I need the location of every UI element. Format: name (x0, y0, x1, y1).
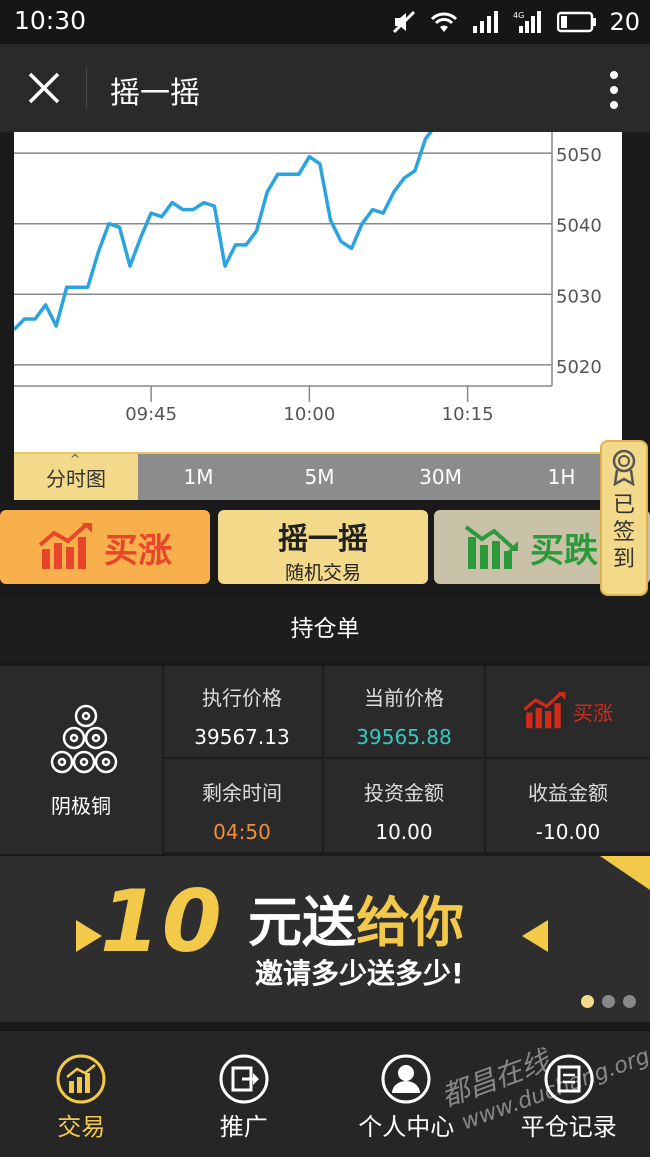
price-chart-svg: 5020 5030 5040 5050 09:45 10:00 10:15 (14, 132, 622, 452)
signin-char-2: 签 (602, 519, 646, 546)
profit-cell: 收益金额 -10.00 (486, 761, 650, 854)
shake-button[interactable]: 摇一摇 随机交易 (218, 510, 428, 584)
current-price-label: 当前价格 (324, 682, 484, 711)
nav-promote[interactable]: 推广 (163, 1031, 326, 1157)
more-menu-icon[interactable] (608, 70, 620, 110)
rising-chart-icon (523, 692, 567, 730)
close-icon[interactable] (26, 70, 62, 106)
mute-icon (391, 9, 417, 35)
y-tick-label: 5020 (556, 357, 602, 378)
clock: 10:30 (14, 6, 86, 35)
buy-up-button[interactable]: 买涨 (0, 510, 210, 584)
share-icon (218, 1053, 270, 1105)
exec-price-label: 执行价格 (162, 682, 322, 711)
wifi-icon (429, 10, 459, 34)
buy-down-label: 买跌 (530, 523, 598, 572)
medal-icon (609, 448, 639, 488)
investment-cell: 投资金额 10.00 (324, 761, 486, 854)
chart-icon (55, 1053, 107, 1105)
shake-label: 摇一摇 (218, 514, 428, 558)
nav-trade-label: 交易 (0, 1107, 163, 1142)
falling-chart-icon (464, 523, 520, 571)
nav-promote-label: 推广 (163, 1107, 326, 1142)
remaining-time-cell: 剩余时间 04:50 (162, 761, 324, 854)
caret-up-icon: ^ (70, 452, 80, 466)
x-tick-label: 10:15 (442, 404, 494, 425)
position-card[interactable]: 阴极铜 执行价格 39567.13 当前价格 39565.88 买涨 剩余时间 … (0, 666, 650, 854)
title-bar: 摇一摇 (0, 44, 650, 132)
banner-headline-a: 元送 (248, 891, 356, 954)
shake-sublabel: 随机交易 (218, 558, 428, 585)
positions-header: 持仓单 (0, 596, 650, 662)
carousel-dot[interactable] (581, 995, 594, 1008)
buy-up-label: 买涨 (104, 523, 172, 572)
signed-in-badge[interactable]: 已 签 到 (600, 440, 648, 596)
signal-4g-icon: 4G (513, 10, 545, 34)
battery-icon (557, 11, 597, 33)
trade-actions: 买涨 摇一摇 随机交易 买跌 (0, 508, 650, 586)
investment-label: 投资金额 (324, 777, 484, 806)
user-icon (380, 1053, 432, 1105)
profit-value: -10.00 (486, 820, 650, 844)
nav-trade[interactable]: 交易 (0, 1031, 163, 1157)
divider (86, 68, 87, 108)
x-tick-label: 09:45 (125, 404, 177, 425)
remaining-time-value: 04:50 (162, 820, 322, 844)
profit-label: 收益金额 (486, 777, 650, 806)
tab-1m[interactable]: 1M (138, 454, 259, 500)
current-price-cell: 当前价格 39565.88 (324, 666, 486, 759)
investment-value: 10.00 (324, 820, 484, 844)
y-tick-label: 5050 (556, 145, 602, 166)
price-chart[interactable]: 5020 5030 5040 5050 09:45 10:00 10:15 (14, 132, 622, 452)
banner-headline: 元送给你 (248, 878, 464, 957)
direction-cell: 买涨 (486, 666, 650, 759)
banner-amount: 10 (100, 872, 224, 972)
y-tick-label: 5040 (556, 216, 602, 237)
asset-info: 阴极铜 (0, 666, 164, 854)
battery-level: 20 (609, 8, 640, 36)
banner-subtitle: 邀请多少送多少! (255, 952, 464, 992)
current-price-value: 39565.88 (324, 725, 484, 749)
x-tick-label: 10:00 (283, 404, 335, 425)
y-tick-label: 5030 (556, 286, 602, 307)
copper-rolls-icon (44, 704, 118, 784)
timeframe-tabs: ^分时图 1M 5M 30M 1H (14, 452, 622, 500)
tab-timeshare[interactable]: ^分时图 (14, 454, 138, 500)
svg-text:4G: 4G (513, 11, 524, 20)
signin-char-1: 已 (602, 492, 646, 519)
page-title: 摇一摇 (110, 68, 200, 112)
remaining-time-label: 剩余时间 (162, 777, 322, 806)
price-line (14, 132, 436, 330)
carousel-dots (581, 995, 636, 1008)
banner-headline-b: 给你 (356, 891, 464, 954)
direction-label: 买涨 (573, 697, 613, 726)
promo-banner[interactable]: 10 元送给你 邀请多少送多少! (0, 856, 650, 1022)
rising-chart-icon (38, 523, 94, 571)
tab-30m[interactable]: 30M (380, 454, 501, 500)
asset-name: 阴极铜 (0, 790, 162, 819)
tab-5m[interactable]: 5M (259, 454, 380, 500)
exec-price-cell: 执行价格 39567.13 (162, 666, 324, 759)
status-bar: 10:30 4G 20 (0, 0, 650, 44)
exec-price-value: 39567.13 (162, 725, 322, 749)
signal-icon (471, 10, 501, 34)
carousel-dot[interactable] (602, 995, 615, 1008)
signin-char-3: 到 (602, 546, 646, 573)
